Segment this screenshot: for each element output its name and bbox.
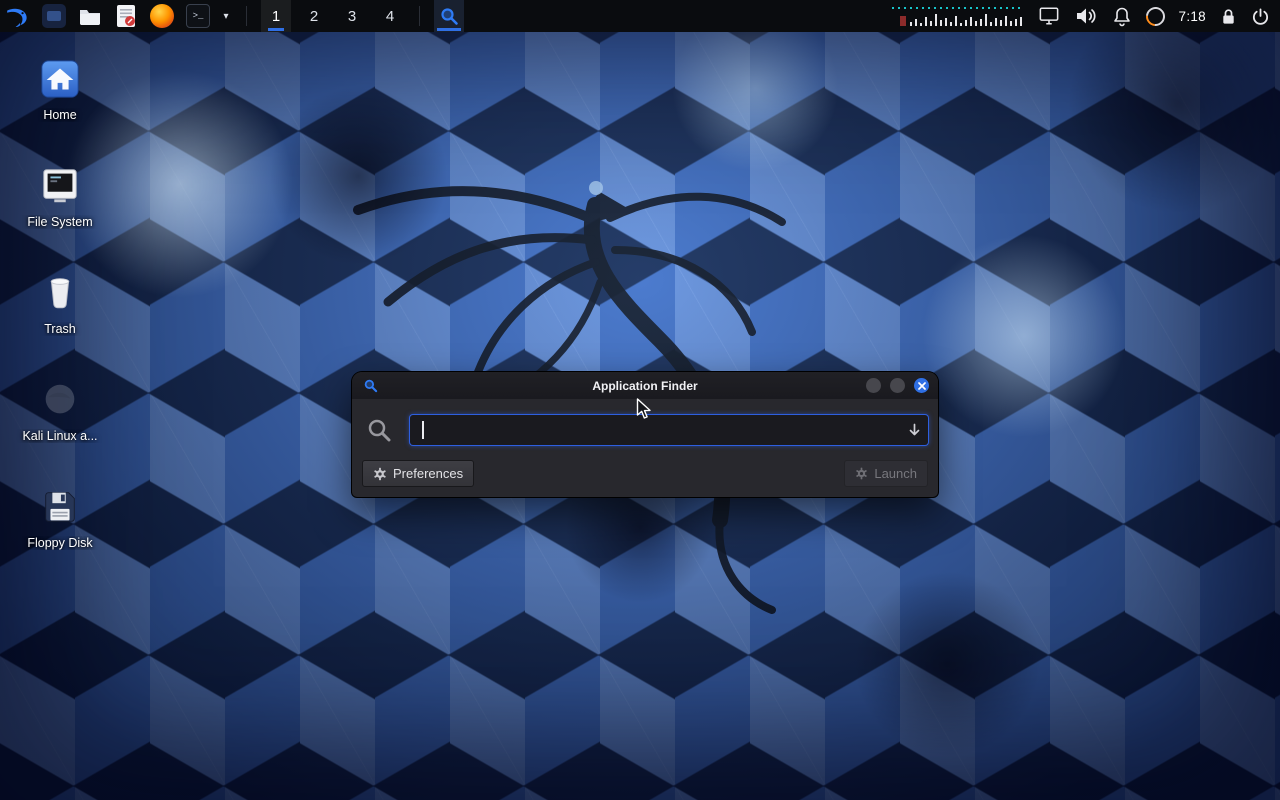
volume-icon[interactable] <box>1074 5 1098 27</box>
floppy-disk-icon <box>39 486 81 528</box>
workspace-1[interactable]: 1 <box>261 0 291 32</box>
kali-logo-icon <box>5 3 31 29</box>
preferences-button[interactable]: Preferences <box>362 460 474 487</box>
chevron-down-icon[interactable]: ▾ <box>220 11 232 22</box>
terminal-launcher[interactable]: >_ <box>184 2 212 30</box>
workspace-3-label: 3 <box>348 8 356 25</box>
desktop-icon-kali-linux[interactable]: Kali Linux a... <box>12 375 108 443</box>
gear-icon <box>373 467 387 481</box>
kali-menu-button[interactable] <box>4 2 32 30</box>
workspace-4-label: 4 <box>386 8 394 25</box>
power-icon[interactable] <box>1251 7 1270 26</box>
app-finder-taskbar-button[interactable] <box>434 0 464 32</box>
system-tray: 7:18 <box>892 4 1270 28</box>
update-indicator-icon[interactable] <box>1142 3 1169 30</box>
desktop-icon-label: Floppy Disk <box>12 536 108 550</box>
launch-button[interactable]: Launch <box>844 460 928 487</box>
application-finder-window: Application Finder <box>352 372 938 497</box>
desktop-icon-trash[interactable]: Trash <box>12 268 108 336</box>
top-panel: >_ ▾ 1 2 3 4 <box>0 0 1280 32</box>
maximize-button[interactable] <box>890 378 905 393</box>
window-manager-launcher[interactable] <box>40 2 68 30</box>
workspace-1-label: 1 <box>272 8 280 25</box>
panel-separator <box>419 6 420 26</box>
desktop-icon-floppy-disk[interactable]: Floppy Disk <box>12 482 108 550</box>
panel-clock[interactable]: 7:18 <box>1179 9 1206 24</box>
workspace-2-label: 2 <box>310 8 318 25</box>
terminal-icon: >_ <box>186 4 210 28</box>
workspace-4[interactable]: 4 <box>375 0 405 32</box>
panel-separator <box>246 6 247 26</box>
search-input[interactable] <box>410 415 928 445</box>
desktop-icon-file-system[interactable]: File System <box>12 161 108 229</box>
desktop: >_ ▾ 1 2 3 4 <box>0 0 1280 800</box>
close-button[interactable] <box>914 378 929 393</box>
notifications-bell-icon[interactable] <box>1112 6 1132 27</box>
launch-label: Launch <box>874 466 917 481</box>
arrow-down-icon[interactable] <box>908 423 921 437</box>
lock-icon[interactable] <box>1220 7 1237 26</box>
search-icon <box>363 378 378 393</box>
firefox-launcher[interactable] <box>148 2 176 30</box>
desktop-icon-label: File System <box>12 215 108 229</box>
window-manager-icon <box>42 4 66 28</box>
firefox-icon <box>150 4 174 28</box>
minimize-button[interactable] <box>866 378 881 393</box>
search-entry <box>410 415 928 445</box>
desktop-icon-home[interactable]: Home <box>12 54 108 122</box>
close-icon <box>918 382 926 390</box>
text-editor-launcher[interactable] <box>112 2 140 30</box>
titlebar[interactable]: Application Finder <box>352 372 938 399</box>
window-title: Application Finder <box>592 379 697 393</box>
text-caret <box>422 421 424 439</box>
home-icon <box>39 58 81 100</box>
computer-icon <box>39 165 81 207</box>
search-icon <box>366 417 393 444</box>
desktop-icon-label: Kali Linux a... <box>12 429 108 443</box>
kali-folder-icon <box>39 379 81 421</box>
workspace-3[interactable]: 3 <box>337 0 367 32</box>
display-icon[interactable] <box>1038 6 1060 26</box>
workspace-2[interactable]: 2 <box>299 0 329 32</box>
system-monitor-graph[interactable] <box>892 4 1024 28</box>
desktop-icon-label: Trash <box>12 322 108 336</box>
file-manager-icon <box>78 4 102 28</box>
search-icon <box>439 6 459 26</box>
file-manager-launcher[interactable] <box>76 2 104 30</box>
launch-gear-icon <box>855 467 868 480</box>
trash-icon <box>39 272 81 314</box>
desktop-icon-label: Home <box>12 108 108 122</box>
text-editor-icon <box>115 4 137 28</box>
preferences-label: Preferences <box>393 466 463 481</box>
